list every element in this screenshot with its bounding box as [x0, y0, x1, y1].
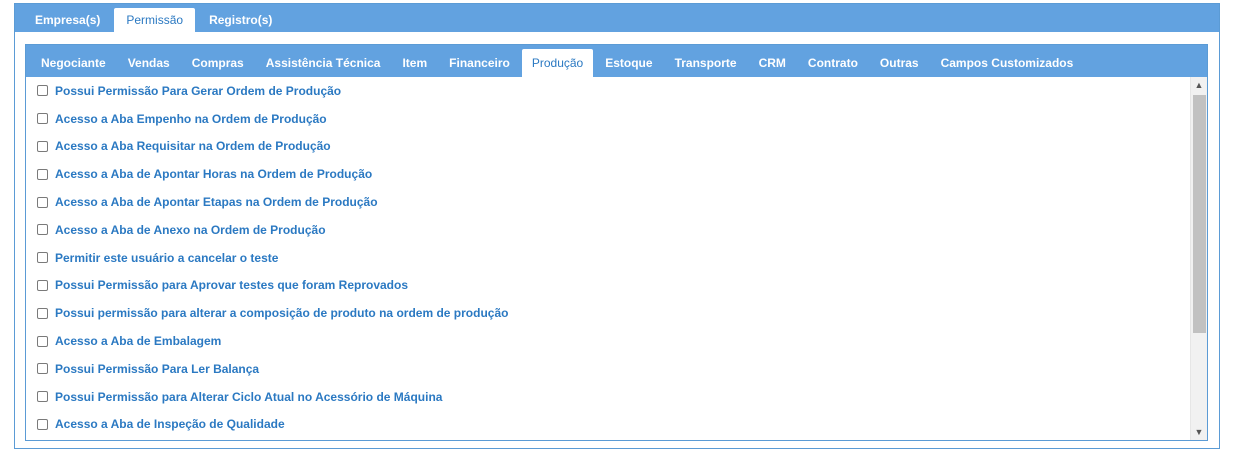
permission-label[interactable]: Acesso a Aba de Apontar Horas na Ordem d… — [55, 167, 372, 181]
permission-checkbox[interactable] — [37, 363, 48, 375]
permission-label[interactable]: Possui permissão para alterar a composiç… — [55, 306, 508, 320]
permission-item: Acesso a Aba Empenho na Ordem de Produçã… — [26, 105, 1190, 133]
tab-empresas[interactable]: Empresa(s) — [23, 8, 112, 32]
subtab-estoque[interactable]: Estoque — [595, 49, 662, 77]
permission-item: Acesso a Aba de Apontar Horas na Ordem d… — [26, 160, 1190, 188]
permission-item: Acesso a Aba de Embalagem — [26, 327, 1190, 355]
subtab-financeiro[interactable]: Financeiro — [439, 49, 520, 77]
permission-label[interactable]: Acesso a Aba de Inspeção de Qualidade — [55, 417, 285, 431]
permission-label[interactable]: Permitir este usuário a cancelar o teste — [55, 251, 278, 265]
permissions-panel: Empresa(s) Permissão Registro(s) Negocia… — [14, 3, 1220, 449]
permission-label[interactable]: Possui Permissão para Aprovar testes que… — [55, 278, 408, 292]
permission-item: Possui Permissão para Alterar Ciclo Atua… — [26, 383, 1190, 411]
permission-label[interactable]: Acesso a Aba Empenho na Ordem de Produçã… — [55, 112, 327, 126]
permission-checkbox[interactable] — [37, 168, 48, 180]
permission-checkbox[interactable] — [37, 140, 48, 152]
subtab-transporte[interactable]: Transporte — [665, 49, 747, 77]
subtab-crm[interactable]: CRM — [749, 49, 796, 77]
permission-checkbox[interactable] — [37, 391, 48, 403]
permission-item: Possui Permissão para Aprovar testes que… — [26, 272, 1190, 300]
permission-item: Permitir este usuário a cancelar o teste — [26, 244, 1190, 272]
subtab-vendas[interactable]: Vendas — [118, 49, 180, 77]
subtab-compras[interactable]: Compras — [182, 49, 254, 77]
permission-item: Acesso a Aba de Inspeção de Qualidade — [26, 411, 1190, 439]
permission-label[interactable]: Possui Permissão Para Ler Balança — [55, 362, 259, 376]
sub-tab-bar: Negociante Vendas Compras Assistência Té… — [26, 45, 1207, 77]
permission-list: Possui Permissão Para Gerar Ordem de Pro… — [26, 77, 1190, 440]
permission-label[interactable]: Acesso a Aba de Embalagem — [55, 334, 221, 348]
permission-checkbox[interactable] — [37, 196, 48, 208]
chevron-up-icon[interactable]: ▲ — [1191, 77, 1207, 93]
permission-item: Possui Permissão Para Gerar Ordem de Pro… — [26, 77, 1190, 105]
permission-checkbox[interactable] — [37, 279, 48, 291]
permission-label[interactable]: Possui Permissão para Alterar Ciclo Atua… — [55, 390, 442, 404]
chevron-down-icon[interactable]: ▼ — [1191, 424, 1207, 440]
permission-item: Possui Permissão Para Ler Balança — [26, 355, 1190, 383]
permission-category-panel: Negociante Vendas Compras Assistência Té… — [25, 44, 1208, 441]
tab-registros[interactable]: Registro(s) — [197, 8, 284, 32]
permission-label[interactable]: Possui Permissão Para Gerar Ordem de Pro… — [55, 84, 341, 98]
subtab-campos-customizados[interactable]: Campos Customizados — [931, 49, 1084, 77]
permission-item: Possui permissão para alterar a composiç… — [26, 299, 1190, 327]
subtab-item[interactable]: Item — [392, 49, 437, 77]
permission-label[interactable]: Acesso a Aba de Anexo na Ordem de Produç… — [55, 223, 326, 237]
permission-label[interactable]: Acesso a Aba Requisitar na Ordem de Prod… — [55, 139, 331, 153]
subtab-negociante[interactable]: Negociante — [31, 49, 116, 77]
permission-checkbox[interactable] — [37, 85, 48, 97]
permission-item: Acesso a Aba de Anexo na Ordem de Produç… — [26, 216, 1190, 244]
subtab-contrato[interactable]: Contrato — [798, 49, 868, 77]
scrollbar-thumb[interactable] — [1193, 95, 1206, 333]
permission-item: Acesso a Aba Requisitar na Ordem de Prod… — [26, 133, 1190, 161]
subtab-producao[interactable]: Produção — [521, 49, 594, 77]
permission-checkbox[interactable] — [37, 224, 48, 236]
permission-label[interactable]: Acesso a Aba de Apontar Etapas na Ordem … — [55, 195, 378, 209]
tab-permissao[interactable]: Permissão — [114, 8, 196, 32]
permission-checkbox[interactable] — [37, 307, 48, 319]
top-tab-bar: Empresa(s) Permissão Registro(s) — [15, 4, 1219, 32]
subtab-outras[interactable]: Outras — [870, 49, 929, 77]
permission-checkbox[interactable] — [37, 335, 48, 347]
vertical-scrollbar[interactable]: ▲ ▼ — [1190, 77, 1207, 440]
subtab-assistencia-tecnica[interactable]: Assistência Técnica — [256, 49, 391, 77]
permission-checkbox[interactable] — [37, 418, 48, 430]
permission-checkbox[interactable] — [37, 113, 48, 125]
permission-checkbox[interactable] — [37, 252, 48, 264]
permission-item: Acesso a Aba de Apontar Etapas na Ordem … — [26, 188, 1190, 216]
